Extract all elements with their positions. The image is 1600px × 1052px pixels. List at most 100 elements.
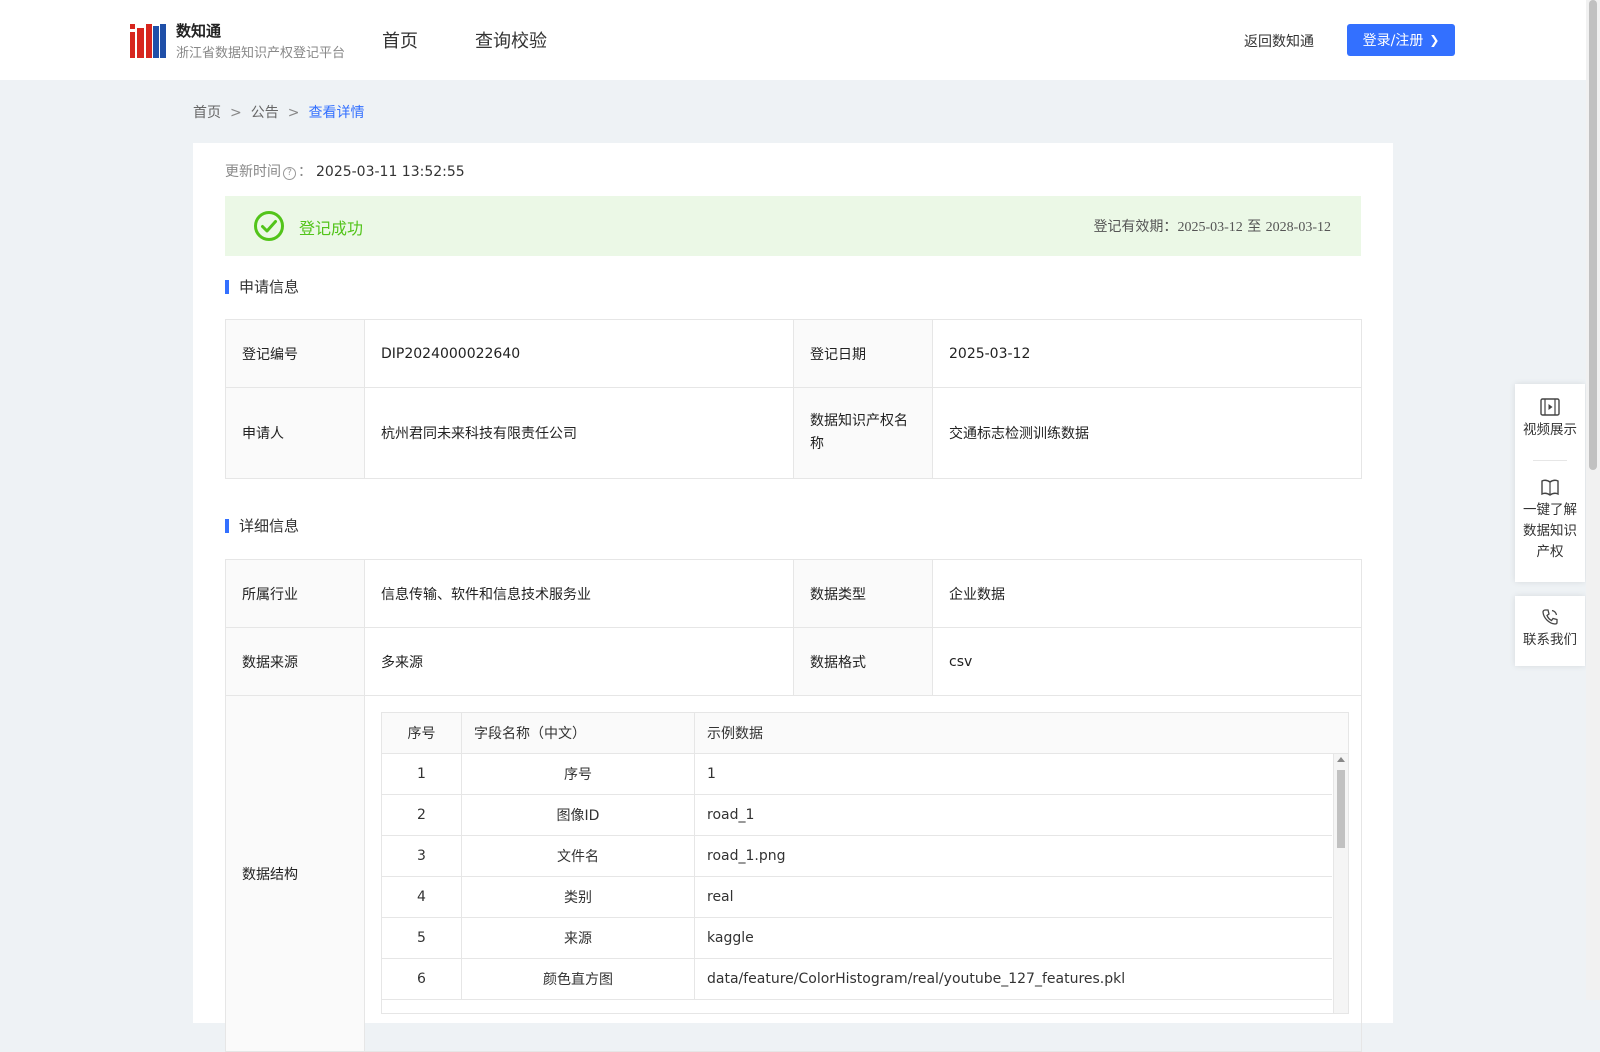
row-index: 1 [382,754,462,794]
breadcrumb: 首页 > 公告 > 查看详情 [193,102,364,122]
breadcrumb-current: 查看详情 [308,105,365,121]
table-row: 4 类别 real [382,877,1332,918]
divider [1533,460,1567,461]
field-label: 数据结构 [225,695,365,1052]
table-row: 5 来源 kaggle [382,918,1332,959]
field-name: 图像ID [462,795,695,835]
data-source: 多来源 [364,627,794,696]
registration-number: DIP2024000022640 [364,319,794,388]
page-scrollbar-thumb[interactable] [1589,0,1597,470]
nav-home[interactable]: 首页 [382,27,418,53]
check-circle-icon [254,211,284,241]
phone-icon [1542,609,1558,625]
detail-card: 更新时间?： 2025-03-11 13:52:55 登记成功 登记有效期：202… [193,143,1393,1052]
book-icon [1541,479,1559,496]
sample-data: real [707,889,734,905]
table-row: 所属行业 信息传输、软件和信息技术服务业 数据类型 企业数据 [225,559,1362,628]
table-row: 3 文件名 road_1.png [382,836,1332,877]
row-index: 4 [382,877,462,917]
registration-date: 2025-03-12 [932,319,1362,388]
nav-query-verify[interactable]: 查询校验 [475,27,547,53]
field-label: 数据类型 [793,559,933,628]
validity-to-word: 至 [1247,219,1262,235]
learn-data-ip-label: 一键了解数据知识产权 [1523,502,1577,560]
table-row: 数据来源 多来源 数据格式 csv [225,627,1362,696]
field-label: 登记编号 [225,319,365,388]
update-time-row: 更新时间?： 2025-03-11 13:52:55 [225,161,465,181]
floating-side-panel: 视频展示 一键了解数据知识产权 [1515,384,1585,582]
breadcrumb-separator: > [230,105,242,121]
row-index: 6 [382,959,462,999]
section-title-application: 申请信息 [225,280,299,295]
field-label: 申请人 [225,387,365,479]
table-row: 2 图像ID road_1 [382,795,1332,836]
field-name: 序号 [462,754,695,794]
table-row: 6 颜色直方图 data/feature/ColorHistogram/real… [382,959,1332,1000]
field-label: 数据知识产权名称 [793,387,933,479]
scroll-up-arrow-icon[interactable] [1337,757,1345,762]
login-register-label: 登录/注册 [1362,33,1424,49]
scrollbar-thumb[interactable] [1337,770,1345,848]
logo-title: 数知通 [176,22,222,40]
column-header: 字段名称（中文） [462,713,695,753]
table-row: 申请人 杭州君同未来科技有限责任公司 数据知识产权名称 交通标志检测训练数据 [225,387,1362,479]
applicant: 杭州君同未来科技有限责任公司 [364,387,794,479]
table-row: 数据结构 序号 字段名称（中文） 示例数据 1 序号 1 2 图像ID road… [225,695,1362,1052]
table-row: 1 序号 1 [382,754,1332,795]
chevron-right-icon: ❯ [1429,33,1440,47]
data-format: csv [932,627,1362,696]
data-structure-table: 序号 字段名称（中文） 示例数据 1 序号 1 2 图像ID road_1 3 … [381,712,1349,1014]
industry: 信息传输、软件和信息技术服务业 [364,559,794,628]
sample-data: kaggle [707,930,754,946]
structure-table-body: 1 序号 1 2 图像ID road_1 3 文件名 road_1.png 4 … [382,754,1332,1000]
update-time-label: 更新时间 [225,164,281,180]
contact-panel: 联系我们 [1515,596,1585,666]
top-header: 数知通 浙江省数据知识产权登记平台 首页 查询校验 返回数知通 登录/注册 ❯ [0,0,1586,80]
field-label: 登记日期 [793,319,933,388]
ip-name: 交通标志检测训练数据 [932,387,1362,479]
field-label: 数据格式 [793,627,933,696]
breadcrumb-separator: > [287,105,300,121]
column-header: 示例数据 [707,726,763,742]
sample-data: data/feature/ColorHistogram/real/youtube… [707,971,1126,987]
update-time-value: 2025-03-11 13:52:55 [316,164,465,180]
status-text: 登记成功 [299,219,364,238]
validity-from: 2025-03-12 [1177,220,1243,235]
data-structure-cell: 序号 字段名称（中文） 示例数据 1 序号 1 2 图像ID road_1 3 … [364,695,1362,1052]
breadcrumb-announcement[interactable]: 公告 [251,105,279,121]
back-to-shuzhitong-link[interactable]: 返回数知通 [1244,31,1314,51]
field-name: 来源 [462,918,695,958]
contact-us-button[interactable]: 联系我们 [1515,608,1585,651]
sample-data: 1 [707,766,716,782]
section-title-detail: 详细信息 [225,519,299,534]
validity-period: 登记有效期：2025-03-12 至 2028-03-12 [1093,216,1331,236]
logo-subtitle: 浙江省数据知识产权登记平台 [176,46,346,61]
detail-info-table: 所属行业 信息传输、软件和信息技术服务业 数据类型 企业数据 数据来源 多来源 … [225,559,1362,1052]
validity-label: 登记有效期： [1093,219,1178,235]
field-label: 数据来源 [225,627,365,696]
contact-us-label: 联系我们 [1523,632,1577,648]
application-info-table: 登记编号 DIP2024000022640 登记日期 2025-03-12 申请… [225,319,1362,479]
video-showcase-label: 视频展示 [1523,422,1577,438]
breadcrumb-home[interactable]: 首页 [193,105,221,121]
field-name: 颜色直方图 [462,959,695,999]
validity-to: 2028-03-12 [1265,220,1331,235]
colon: ： [298,164,312,180]
registration-status-banner: 登记成功 登记有效期：2025-03-12 至 2028-03-12 [225,196,1361,256]
question-icon[interactable]: ? [283,167,296,180]
table-row: 登记编号 DIP2024000022640 登记日期 2025-03-12 [225,319,1362,388]
login-register-button[interactable]: 登录/注册 ❯ [1347,24,1455,56]
learn-data-ip-button[interactable]: 一键了解数据知识产权 [1515,478,1585,563]
logo-icon [130,24,166,58]
video-showcase-button[interactable]: 视频展示 [1515,398,1585,441]
data-type: 企业数据 [932,559,1362,628]
sample-data: road_1.png [707,848,786,864]
row-index: 2 [382,795,462,835]
field-name: 类别 [462,877,695,917]
field-label: 所属行业 [225,559,365,628]
column-header: 序号 [382,713,462,753]
page-scrollbar[interactable] [1586,0,1600,1000]
structure-table-scrollbar[interactable] [1333,754,1348,1013]
sample-data: road_1 [707,807,755,823]
row-index: 3 [382,836,462,876]
